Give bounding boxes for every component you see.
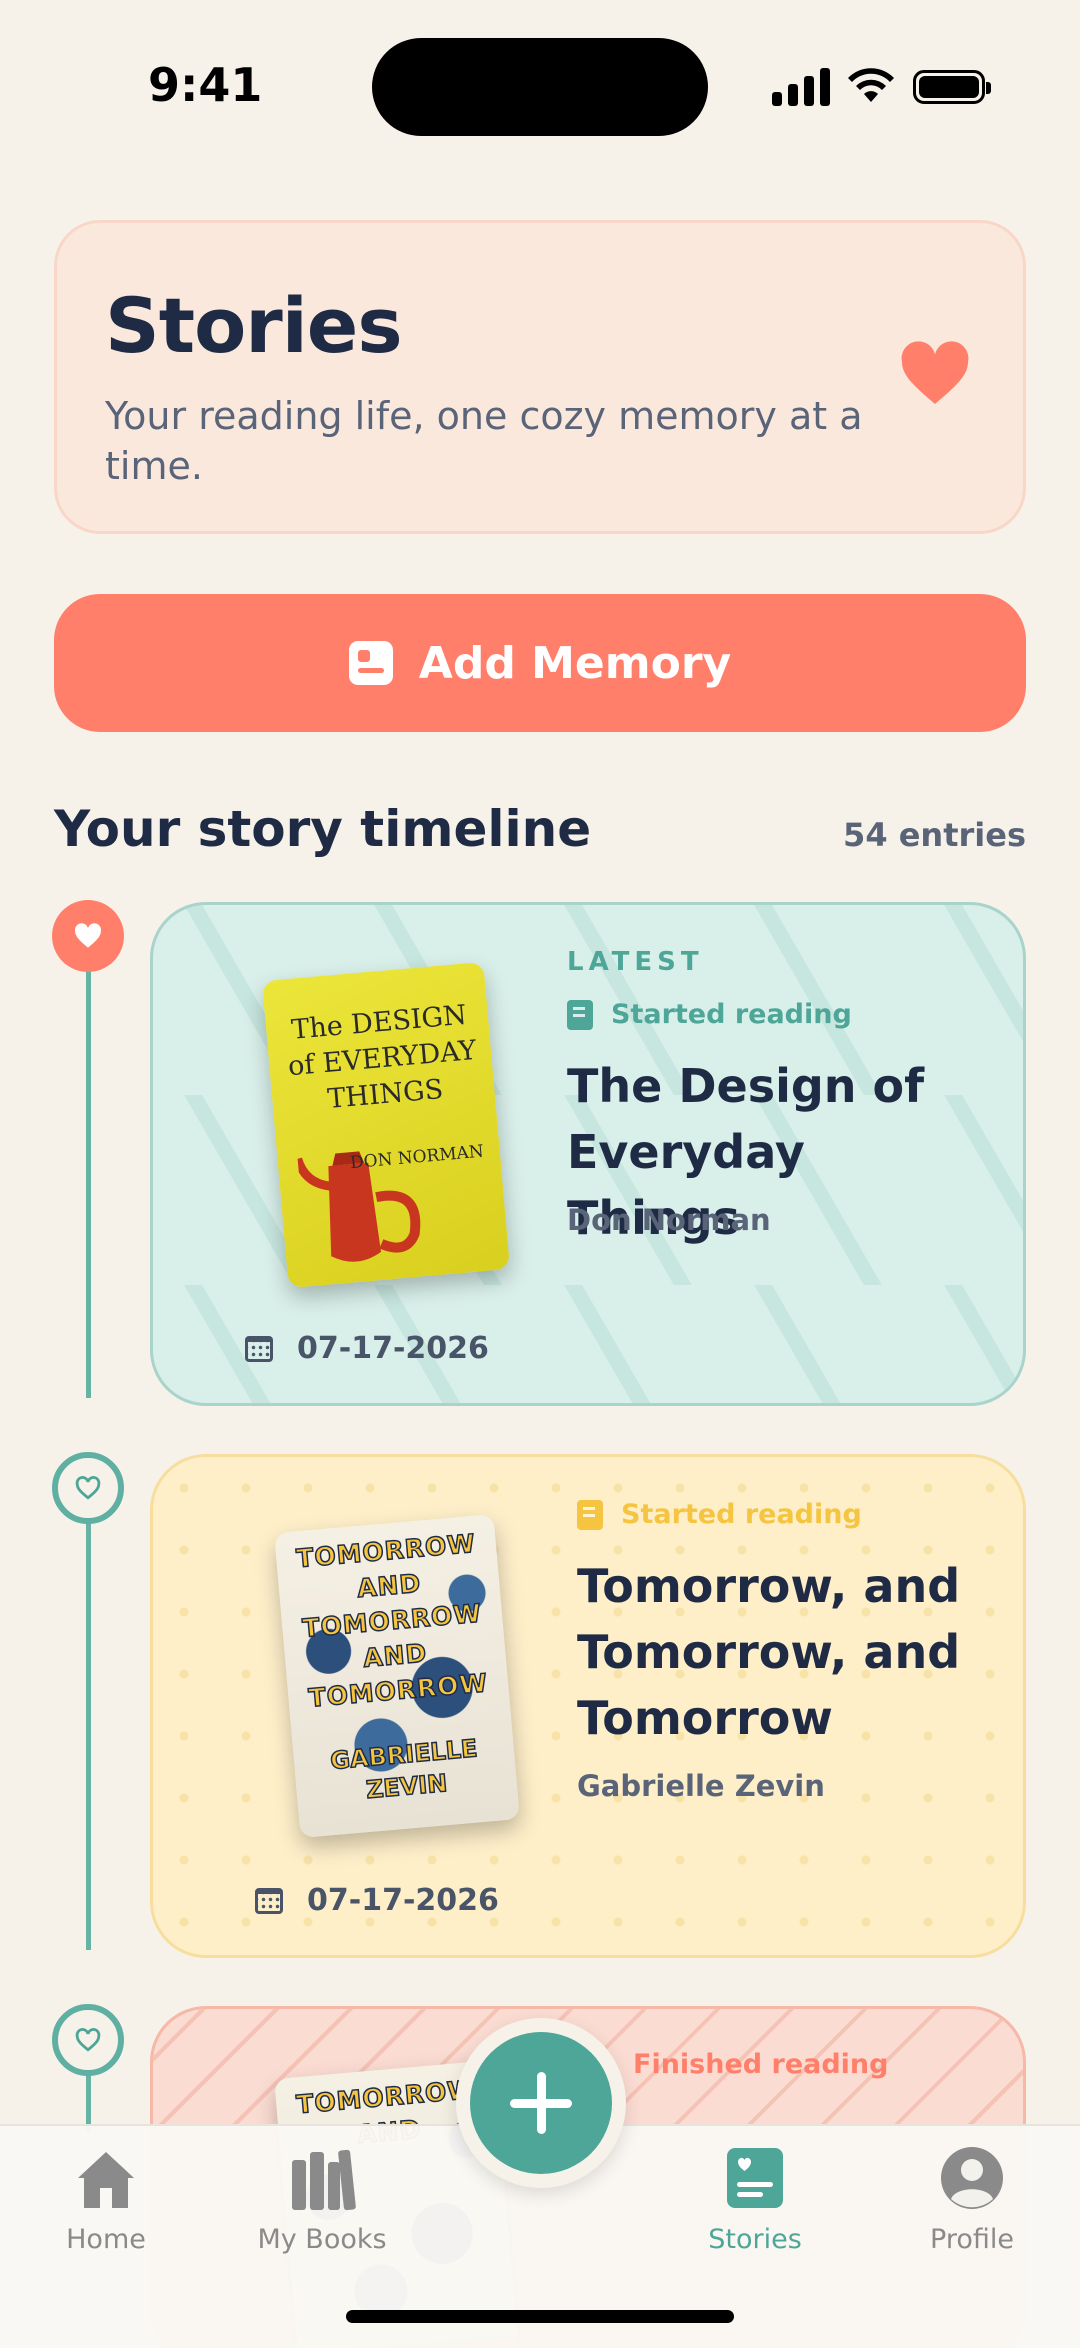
book-cover: TOMORROW AND TOMORROW AND TOMORROW GABRI… [274,1513,520,1839]
latest-badge: LATEST [567,947,704,977]
entry-date: 07-17-2026 [245,1331,489,1366]
tab-home[interactable]: Home [26,2144,186,2255]
page-title: Stories [105,281,403,370]
status-time: 9:41 [148,58,263,112]
timeline-dot-favorite [52,900,124,972]
home-icon [78,2152,134,2208]
status-label: Started reading [621,1499,862,1530]
wifi-icon [848,68,894,102]
story-card[interactable]: TOMORROW AND TOMORROW AND TOMORROW GABRI… [150,1454,1026,1958]
heart-outline-icon [75,1476,101,1500]
story-card[interactable]: The DESIGN of EVERYDAY THINGS DON NORMAN… [150,902,1026,1406]
cellular-signal-icon [772,66,830,106]
timeline-dot [52,2004,124,2076]
add-memory-button[interactable]: Add Memory [54,594,1026,732]
teapot-illustration [294,1151,421,1262]
book-author: Gabrielle Zevin [577,1769,825,1803]
tab-my-books[interactable]: My Books [242,2144,402,2255]
tab-label: Profile [930,2224,1014,2255]
date-label: 07-17-2026 [297,1331,489,1366]
reading-status: Started reading [567,999,852,1030]
reading-status: Started reading [577,1499,862,1530]
add-story-fab[interactable] [470,2032,612,2174]
heart-icon [901,341,969,404]
tab-profile[interactable]: Profile [892,2144,1052,2255]
timeline-connector [86,968,91,1398]
status-label: Started reading [611,999,852,1030]
battery-icon [913,70,991,104]
tab-label: My Books [257,2224,387,2255]
book-title: Tomorrow, and Tomorrow, and Tomorrow [577,1559,961,1745]
profile-icon [941,2147,1003,2209]
add-memory-label: Add Memory [418,637,732,689]
book-icon [567,999,593,1030]
book-author: Don Norman [567,1203,771,1237]
tab-label: Stories [708,2224,802,2255]
timeline-title: Your story timeline [54,800,592,858]
stories-icon [727,2148,783,2208]
books-icon [292,2149,356,2211]
book-icon [577,1499,603,1530]
date-label: 07-17-2026 [307,1883,499,1918]
heart-icon [75,923,101,948]
home-indicator[interactable] [346,2310,734,2323]
dynamic-island [372,38,708,136]
tab-label: Home [66,2224,146,2255]
entries-count: 54 entries [843,816,1026,854]
timeline-connector [86,2072,91,2132]
memory-card-icon [348,641,393,685]
calendar-icon [255,1887,283,1914]
page-subtitle: Your reading life, one cozy memory at a … [105,394,863,488]
stories-header-card: Stories Your reading life, one cozy memo… [54,220,1026,534]
cover-title: The DESIGN of EVERYDAY THINGS [286,999,478,1115]
tab-stories[interactable]: Stories [675,2144,835,2255]
entry-date: 07-17-2026 [255,1883,499,1918]
calendar-icon [245,1335,273,1362]
timeline-connector [86,1520,91,1950]
heart-outline-icon [75,2028,101,2052]
status-label: Finished reading [633,2049,889,2080]
book-cover: The DESIGN of EVERYDAY THINGS DON NORMAN [262,961,510,1289]
timeline-dot [52,1452,124,1524]
reading-status: Finished reading [633,2049,889,2080]
status-bar: 9:41 [0,0,1080,170]
cover-title: TOMORROW AND TOMORROW AND TOMORROW [294,1528,490,1714]
